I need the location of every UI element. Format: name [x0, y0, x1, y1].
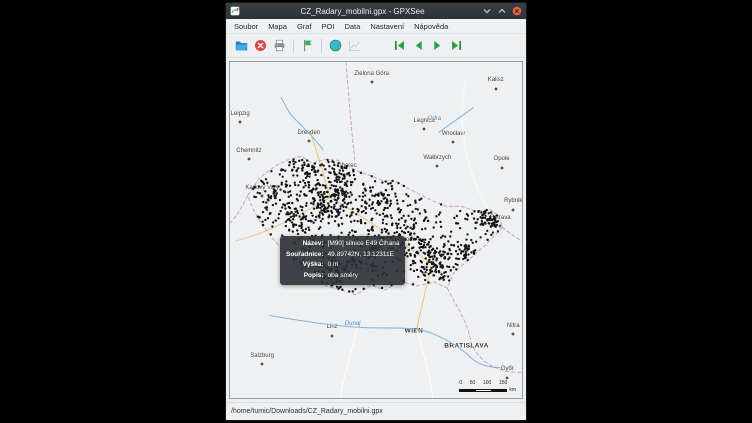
window-title: CZ_Radary_mobilni.gpx - GPXSee	[244, 7, 481, 16]
window-controls	[481, 6, 522, 17]
show-poi-button[interactable]	[299, 37, 316, 54]
minimize-icon	[482, 6, 492, 16]
scale-segment	[460, 390, 475, 391]
scale-tick-label: 0	[459, 380, 462, 386]
tooltip-value: oba směry	[328, 271, 400, 282]
maximize-icon	[497, 6, 507, 16]
graph-icon	[348, 39, 361, 52]
tooltip-row: Popis:oba směry	[286, 271, 399, 282]
tooltip-row: Výška:0 m	[286, 260, 399, 271]
tooltip-label: Popis:	[286, 271, 328, 282]
tooltip-label: Výška:	[286, 260, 328, 271]
show-map-button[interactable]	[327, 37, 344, 54]
nav-previous-button[interactable]	[410, 37, 427, 54]
close-icon	[512, 6, 522, 16]
map-canvas	[230, 62, 522, 398]
nav-next-button[interactable]	[429, 37, 446, 54]
previous-arrow-icon	[412, 39, 425, 52]
toolbar-separator	[321, 39, 322, 53]
first-arrow-icon	[393, 39, 406, 52]
menu-graf[interactable]: Graf	[292, 19, 317, 34]
tooltip-value: 0 m	[328, 260, 400, 271]
show-graph-button[interactable]	[346, 37, 363, 54]
menu-data[interactable]: Data	[339, 19, 365, 34]
close-file-button[interactable]	[252, 37, 269, 54]
tooltip-label: Souřadnice:	[286, 250, 328, 261]
last-arrow-icon	[450, 39, 463, 52]
globe-icon	[329, 39, 342, 52]
menu-napoveda[interactable]: Nápověda	[409, 19, 453, 34]
map-container: Zielona GóraKaliszLeipzigDresdenLegnicaW…	[226, 58, 526, 402]
print-button[interactable]	[271, 37, 288, 54]
borders-layer	[230, 62, 522, 372]
menu-nastaveni[interactable]: Nastavení	[365, 19, 409, 34]
tooltip-row: Souřadnice:49.89742N, 13.12311E	[286, 250, 399, 261]
menu-soubor[interactable]: Soubor	[229, 19, 263, 34]
scale-segment	[491, 390, 506, 391]
scale-tick-label: 100	[483, 380, 491, 386]
gpxsee-window: CZ_Radary_mobilni.gpx - GPXSee SouborMap…	[225, 2, 527, 421]
scale-tick-label: 50	[470, 380, 476, 386]
printer-icon	[273, 39, 286, 52]
tooltip-label: Název:	[286, 239, 328, 250]
map-scale: 0 50 100 150 km	[459, 380, 516, 393]
desktop: CZ_Radary_mobilni.gpx - GPXSee SouborMap…	[0, 0, 752, 423]
menu-bar: SouborMapaGrafPOIDataNastaveníNápověda	[226, 19, 526, 34]
gpxsee-app-icon	[230, 6, 240, 16]
poi-flag-icon	[301, 39, 314, 52]
menu-mapa[interactable]: Mapa	[263, 19, 292, 34]
open-file-button[interactable]	[233, 37, 250, 54]
scale-segment	[476, 390, 491, 391]
status-bar: /home/tumic/Downloads/CZ_Radary_mobilni.…	[226, 402, 526, 420]
tooltip-value: 49.89742N, 13.12311E	[328, 250, 400, 261]
scale-unit: km	[509, 387, 516, 393]
tooltip-value: [M90] silnice E49 Čihaná	[328, 239, 400, 250]
next-arrow-icon	[431, 39, 444, 52]
nav-last-button[interactable]	[448, 37, 465, 54]
file-path: /home/tumic/Downloads/CZ_Radary_mobilni.…	[231, 408, 383, 415]
close-button[interactable]	[511, 6, 522, 17]
scale-labels: 0 50 100 150	[459, 380, 507, 386]
close-file-icon	[254, 39, 267, 52]
minimize-button[interactable]	[481, 6, 492, 17]
nav-first-button[interactable]	[391, 37, 408, 54]
titlebar[interactable]: CZ_Radary_mobilni.gpx - GPXSee	[226, 3, 526, 19]
tooltip-row: Název:[M90] silnice E49 Čihaná	[286, 239, 399, 250]
scale-tick-label: 150	[499, 380, 507, 386]
folder-open-icon	[235, 39, 248, 52]
maximize-button[interactable]	[496, 6, 507, 17]
scale-ruler	[459, 389, 507, 392]
menu-poi[interactable]: POI	[317, 19, 340, 34]
waypoint-tooltip: Název:[M90] silnice E49 ČihanáSouřadnice…	[280, 236, 405, 285]
toolbar-separator	[293, 39, 294, 53]
map-view[interactable]: Zielona GóraKaliszLeipzigDresdenLegnicaW…	[229, 61, 523, 399]
toolbar	[226, 34, 526, 58]
